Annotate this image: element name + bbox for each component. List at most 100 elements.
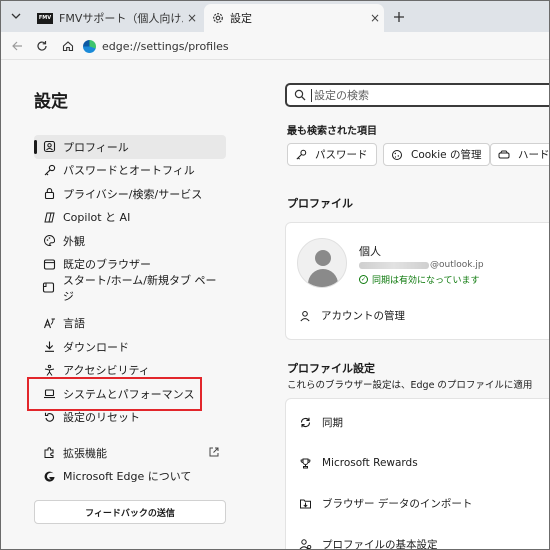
profile-card: 個人 @outlook.jp ✓ 同期は有効になっています アカウントの管理 [285,222,549,340]
address-toolbar: edge://settings/profiles [1,32,549,60]
sidebar-item-start-home-newtab[interactable]: スタート/ホーム/新規タブ ページ [34,274,226,303]
new-tab-button[interactable] [389,7,409,27]
sidebar-item-label: 設定のリセット [63,411,140,425]
chip-cookies[interactable]: Cookie の管理 [383,143,491,166]
close-tab-button[interactable]: × [366,11,384,25]
sidebar-item-appearance[interactable]: 外観 [34,229,226,253]
chip-label: Cookie の管理 [411,149,482,161]
browser-icon [42,257,56,271]
sidebar-item-label: パスワードとオートフィル [63,164,195,178]
search-placeholder: 設定の検索 [314,89,369,102]
arrow-left-icon [12,41,22,51]
url-text: edge://settings/profiles [102,39,229,53]
sidebar-item-privacy[interactable]: プライバシー/検索/サービス [34,182,226,206]
send-feedback-button[interactable]: フィードバックの送信 [34,500,226,524]
text-cursor [311,88,312,102]
profile-settings-description: これらのブラウザー設定は、Edge のプロファイルに適用 [287,380,533,391]
tab-title: 設定 [230,12,252,25]
manage-account-link[interactable]: アカウントの管理 [298,308,405,323]
download-icon [42,340,56,354]
settings-item-rewards[interactable]: Microsoft Rewards [298,456,418,470]
close-tab-button[interactable]: × [183,11,201,25]
sidebar-item-copilot[interactable]: Copilot と AI [34,206,226,230]
sidebar-item-label: アクセシビリティ [63,364,150,378]
sidebar-item-label: Copilot と AI [63,211,131,225]
palette-icon [42,234,56,248]
key-icon [42,163,56,177]
sidebar-item-downloads[interactable]: ダウンロード [34,335,226,359]
sidebar-item-label: Microsoft Edge について [63,470,192,484]
settings-page: 設定 プロフィール パスワードとオートフィル プライバシー/検索/サービス Co… [1,61,550,549]
sidebar-item-languages[interactable]: 言語 [34,312,226,336]
chevron-down-icon [11,13,21,19]
person-icon [298,309,312,323]
most-searched-title: 最も検索された項目 [287,126,377,137]
back-button[interactable] [7,36,27,56]
search-icon [293,88,307,102]
chip-passwords[interactable]: パスワード [287,143,377,166]
home-page-icon [42,281,56,295]
browser-window: FMV FMVサポート（個人向けパソコンFMV × 設定 × edge://se… [0,0,550,550]
sync-status: ✓ 同期は有効になっています [359,273,480,286]
settings-item-profile-preferences[interactable]: プロファイルの基本設定 [298,537,438,549]
people-settings-icon [298,538,312,549]
sidebar-item-about-edge[interactable]: Microsoft Edge について [34,465,226,489]
chip-label: パスワード [315,149,368,161]
accessibility-icon [42,363,56,377]
chip-hardware[interactable]: ハード [490,143,550,166]
tab-actions-button[interactable] [5,6,27,26]
sync-icon [298,416,312,430]
manage-account-label: アカウントの管理 [321,310,405,322]
edge-icon [42,469,56,483]
settings-item-label: ブラウザー データのインポート [322,498,473,510]
trophy-icon [298,456,312,470]
profile-icon [42,140,56,154]
fmv-favicon-icon: FMV [37,12,53,24]
settings-item-sync[interactable]: 同期 [298,415,343,430]
sidebar-item-label: 言語 [63,317,85,331]
tab-fmv-support[interactable]: FMV FMVサポート（個人向けパソコンFMV × [31,4,201,32]
extensions-icon [42,446,56,460]
settings-item-label: Microsoft Rewards [322,457,418,469]
language-icon [42,316,56,330]
home-icon [62,41,74,52]
sidebar-item-label: プロフィール [63,140,129,154]
profile-settings-card: 同期 Microsoft Rewards ブラウザー データのインポート プロフ… [285,398,549,549]
sidebar-item-label: 拡張機能 [63,446,107,460]
sidebar-item-label: 既定のブラウザー [63,258,151,272]
key-icon [294,148,308,162]
plus-icon [394,12,404,22]
home-button[interactable] [58,36,78,56]
reset-icon [42,410,56,424]
page-title: 設定 [34,92,68,112]
open-external-icon[interactable] [208,446,220,458]
tab-settings[interactable]: 設定 × [204,4,384,32]
sidebar-item-label: スタート/ホーム/新規タブ ページ [62,273,217,303]
profile-settings-title: プロファイル設定 [287,362,375,375]
drive-icon [497,148,511,162]
gear-icon [212,12,224,24]
redacted-email-mask [359,261,429,269]
sidebar-item-label: プライバシー/検索/サービス [63,187,203,201]
settings-search-input[interactable]: 設定の検索 [285,83,549,107]
profile-name: 個人 [359,245,381,258]
chip-label: ハード [518,149,550,161]
cookie-icon [390,148,404,162]
sidebar-item-passwords[interactable]: パスワードとオートフィル [34,159,226,183]
settings-item-import-data[interactable]: ブラウザー データのインポート [298,496,472,511]
sidebar-item-label: 外観 [63,234,85,248]
sidebar-item-profiles[interactable]: プロフィール [34,135,226,159]
sync-status-text: 同期は有効になっています [372,276,480,286]
copilot-icon [42,210,56,224]
profile-email: @outlook.jp [359,260,484,270]
refresh-button[interactable] [32,36,52,56]
highlight-box [27,377,202,411]
refresh-icon [37,41,47,51]
avatar [297,238,347,288]
checkmark-icon: ✓ [359,275,368,284]
settings-item-label: 同期 [322,417,343,429]
tab-title: FMVサポート（個人向けパソコンFMV [59,12,183,25]
address-bar[interactable]: edge://settings/profiles [83,35,549,57]
sidebar-item-extensions[interactable]: 拡張機能 [34,441,226,465]
import-icon [298,497,312,511]
